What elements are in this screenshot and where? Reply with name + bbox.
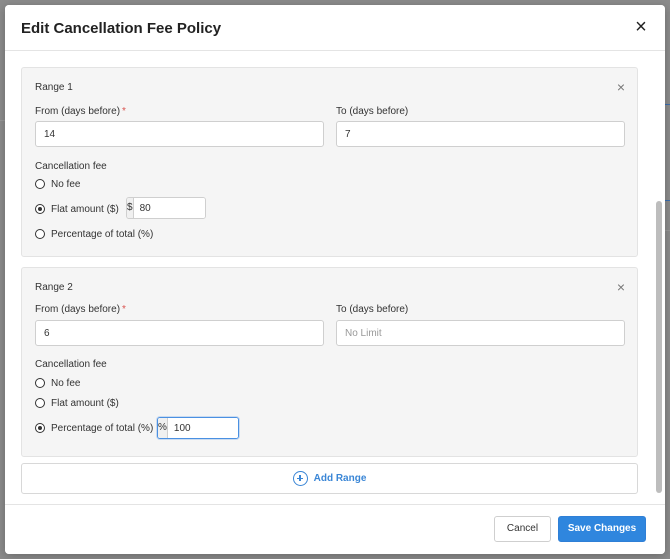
radio-flat-amount[interactable] — [35, 398, 45, 408]
cancel-button[interactable]: Cancel — [494, 516, 551, 542]
from-days-input[interactable] — [35, 320, 324, 346]
edit-cancellation-fee-dialog: Edit Cancellation Fee Policy × Range 1 ×… — [5, 5, 665, 554]
from-days-label: From (days before) * — [35, 304, 126, 315]
radio-label: Flat amount ($) — [51, 203, 119, 215]
to-days-input[interactable] — [336, 121, 625, 147]
remove-range-icon[interactable]: × — [617, 279, 625, 295]
percent-prefix: % — [158, 418, 168, 438]
dialog-footer: Cancel Save Changes — [5, 504, 665, 554]
to-days-label: To (days before) — [336, 106, 409, 117]
range-title: Range 2 — [35, 282, 73, 293]
cancellation-fee-label: Cancellation fee — [35, 359, 107, 370]
radio-label: Percentage of total (%) — [51, 228, 154, 240]
radio-label: No fee — [51, 377, 81, 389]
required-marker: * — [122, 106, 126, 117]
scrollbar-thumb[interactable] — [656, 201, 662, 493]
backdrop-divider — [665, 230, 670, 231]
from-days-label-text: From (days before) — [35, 106, 121, 117]
radio-percentage[interactable] — [35, 423, 45, 433]
dialog-body[interactable]: Range 1 × From (days before)* To (days b… — [5, 51, 665, 504]
add-range-label: Add Range — [313, 473, 367, 484]
radio-label: Flat amount ($) — [51, 397, 119, 409]
from-days-label-text: From (days before) — [35, 304, 121, 315]
save-changes-button[interactable]: Save Changes — [558, 516, 646, 542]
percentage-field: % — [157, 417, 239, 439]
cancellation-fee-label: Cancellation fee — [35, 161, 107, 172]
option-no-fee[interactable]: No fee — [35, 176, 80, 192]
close-icon[interactable]: × — [631, 17, 651, 37]
from-days-input[interactable] — [35, 121, 324, 147]
to-days-input[interactable] — [336, 320, 625, 346]
add-range-button[interactable]: Add Range — [21, 463, 638, 494]
required-marker: * — [122, 304, 126, 315]
option-percentage[interactable]: Percentage of total (%) — [35, 226, 153, 242]
from-days-label: From (days before) * — [35, 106, 126, 117]
radio-no-fee[interactable] — [35, 179, 45, 189]
flat-amount-field: $ — [126, 197, 206, 219]
radio-label: Percentage of total (%) — [51, 422, 154, 434]
to-days-label: To (days before) — [336, 304, 409, 315]
remove-range-icon[interactable]: × — [617, 79, 625, 95]
radio-label: No fee — [51, 178, 81, 190]
dialog-title: Edit Cancellation Fee Policy — [21, 20, 222, 37]
range-card-2: Range 2 × From (days before)* To (days b… — [21, 267, 638, 457]
range-card-1: Range 1 × From (days before)* To (days b… — [21, 67, 638, 257]
radio-flat-amount[interactable] — [35, 204, 45, 214]
option-no-fee[interactable]: No fee — [35, 375, 80, 391]
option-percentage[interactable]: Percentage of total (%) — [35, 420, 153, 436]
plus-circle-icon — [292, 471, 308, 486]
option-flat-amount[interactable]: Flat amount ($) — [35, 395, 119, 411]
radio-no-fee[interactable] — [35, 378, 45, 388]
option-flat-amount[interactable]: Flat amount ($) — [35, 201, 119, 217]
range-title: Range 1 — [35, 82, 73, 93]
flat-amount-input[interactable] — [133, 198, 205, 218]
percentage-input[interactable] — [167, 418, 238, 438]
radio-percentage[interactable] — [35, 229, 45, 239]
dialog-header: Edit Cancellation Fee Policy × — [5, 5, 665, 51]
